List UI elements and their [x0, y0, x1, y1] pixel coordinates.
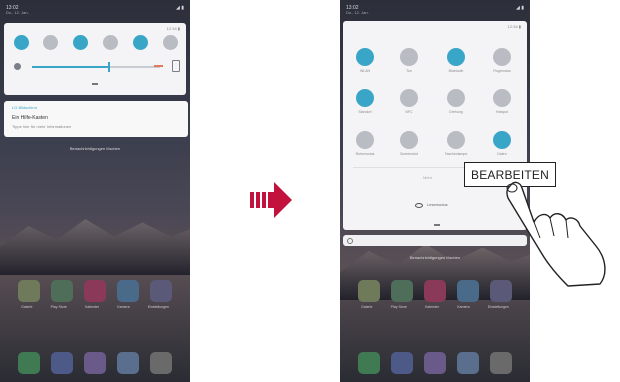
- phone-icon[interactable]: [17, 352, 40, 374]
- play-store-icon[interactable]: [50, 280, 73, 302]
- status-icons: ◢ ▮: [516, 5, 524, 11]
- wifi-icon[interactable]: [14, 35, 29, 50]
- brightness-max-marker: [154, 60, 164, 72]
- bluetooth-toggle[interactable]: [447, 48, 465, 66]
- notification-subtitle: Tippe hier für mehr Informationen: [12, 124, 72, 129]
- brightness-slider[interactable]: [32, 62, 160, 72]
- messages-icon[interactable]: [50, 352, 73, 374]
- app-label: Play Store: [390, 305, 407, 309]
- app-label: Einstellungen: [487, 305, 509, 309]
- bluetooth-icon[interactable]: [73, 35, 88, 50]
- tile-label: Daten: [497, 152, 507, 156]
- app-label: Galerie: [21, 305, 33, 309]
- location-icon[interactable]: [133, 35, 148, 50]
- play-store-icon[interactable]: [390, 280, 413, 302]
- sound-toggle[interactable]: [400, 48, 418, 66]
- calendar-icon[interactable]: [423, 280, 446, 302]
- status-icons: ◢ ▮: [176, 5, 184, 11]
- camera-app-icon[interactable]: [457, 280, 480, 302]
- tile-label: Screenshot: [400, 152, 418, 156]
- tile-label: Flugmodus: [493, 69, 511, 73]
- screenshot-toggle[interactable]: [400, 131, 418, 149]
- clear-notifications[interactable]: Benachrichtigungen löschen: [0, 146, 190, 151]
- hotspot-toggle[interactable]: [493, 89, 511, 107]
- tile-label: WLAN: [359, 69, 371, 73]
- more-label[interactable]: Mehr: [423, 175, 432, 180]
- flashlight-toggle[interactable]: [447, 131, 465, 149]
- auto-brightness-icon[interactable]: [172, 60, 180, 72]
- home-app-row: [0, 280, 190, 302]
- reading-mode-label[interactable]: Lesemodus: [427, 202, 448, 207]
- camera-icon[interactable]: [490, 352, 513, 374]
- home-app-labels: Galerie Play Store Kalender Kamera Einst…: [340, 305, 530, 309]
- app-label: Einstellungen: [147, 305, 169, 309]
- contacts-icon[interactable]: [83, 352, 106, 374]
- dock: [340, 352, 530, 374]
- eye-icon: [415, 203, 423, 208]
- status-date: Do., 12. Jan.: [346, 10, 369, 15]
- gallery-app-icon[interactable]: [17, 280, 40, 302]
- airplane-toggle[interactable]: [493, 48, 511, 66]
- messages-icon[interactable]: [390, 352, 413, 374]
- search-icon: [347, 238, 353, 244]
- calendar-icon[interactable]: [83, 280, 106, 302]
- home-app-labels: Galerie Play Store Kalender Kamera Einst…: [0, 305, 190, 309]
- tile-label: Drehung: [449, 110, 463, 114]
- quick-panel-info: 12:34 ▮: [507, 24, 521, 29]
- silent-toggle[interactable]: [356, 131, 374, 149]
- status-date: Do., 12. Jan.: [6, 10, 29, 15]
- tile-label: Hotspot: [495, 110, 509, 114]
- tapping-hand-icon: [506, 181, 606, 287]
- brightness-fill: [32, 66, 109, 68]
- app-label: Kamera: [117, 305, 130, 309]
- brightness-icon: [14, 63, 21, 70]
- transition-arrow-icon: [250, 182, 292, 218]
- tile-label: Ton: [406, 69, 412, 73]
- location-toggle[interactable]: [356, 89, 374, 107]
- status-bar: 13:02 Do., 12. Jan. ◢ ▮: [0, 0, 190, 16]
- tile-label: Taschenlampe: [444, 152, 468, 156]
- expand-handle[interactable]: [92, 83, 98, 85]
- app-label: Kalender: [85, 305, 100, 309]
- more-icon[interactable]: [163, 35, 178, 50]
- rotation-toggle[interactable]: [447, 89, 465, 107]
- sound-icon[interactable]: [43, 35, 58, 50]
- gallery-icon[interactable]: [457, 352, 480, 374]
- brightness-thumb[interactable]: [107, 62, 110, 72]
- nfc-toggle[interactable]: [400, 89, 418, 107]
- notification-title: Ein Hilfe-Kasten: [12, 115, 48, 121]
- gallery-app-icon[interactable]: [357, 280, 380, 302]
- tile-label: Bluetooth: [448, 69, 464, 73]
- camera-icon[interactable]: [150, 352, 173, 374]
- quick-settings-panel: 12:34 ▮: [4, 23, 186, 95]
- gallery-icon[interactable]: [117, 352, 140, 374]
- app-label: Kamera: [457, 305, 470, 309]
- wallpaper-mountains: [0, 219, 190, 275]
- wifi-toggle[interactable]: [356, 48, 374, 66]
- rotation-icon[interactable]: [103, 35, 118, 50]
- app-label: Kalender: [425, 305, 440, 309]
- tile-label: Ruhemodus: [355, 152, 375, 156]
- tile-label: Standort: [358, 110, 372, 114]
- notification-app: LG Bildschirm: [12, 105, 37, 110]
- dock: [0, 352, 190, 374]
- status-bar: 13:02 Do., 12. Jan. ◢ ▮: [340, 0, 530, 16]
- app-label: Galerie: [361, 305, 373, 309]
- notification-card[interactable]: LG Bildschirm Ein Hilfe-Kasten Tippe hie…: [4, 101, 188, 137]
- collapse-handle[interactable]: [434, 224, 440, 226]
- camera-app-icon[interactable]: [117, 280, 140, 302]
- settings-icon[interactable]: [150, 280, 173, 302]
- phone-screen-left: 13:02 Do., 12. Jan. ◢ ▮ 12:34 ▮ LG Bilds…: [0, 0, 190, 382]
- tile-label: NFC: [405, 110, 413, 114]
- phone-icon[interactable]: [357, 352, 380, 374]
- app-label: Play Store: [50, 305, 67, 309]
- quick-panel-info: 12:34 ▮: [166, 26, 180, 31]
- contacts-icon[interactable]: [423, 352, 446, 374]
- data-toggle[interactable]: [493, 131, 511, 149]
